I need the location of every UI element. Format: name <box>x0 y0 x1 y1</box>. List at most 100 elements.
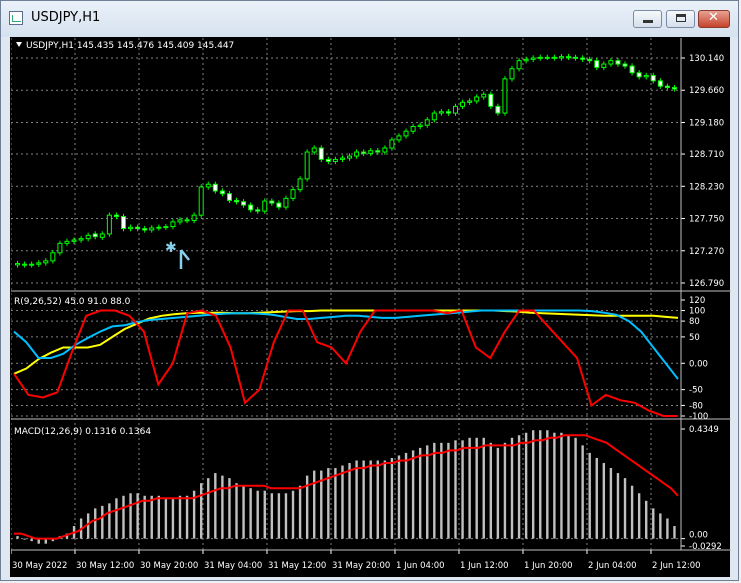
candle-body <box>255 209 261 212</box>
candle-body <box>558 56 564 59</box>
chart-canvas[interactable]: 130.140 129.660 129.180 128.710 128.230 127.7… <box>10 38 731 578</box>
candle-body <box>212 183 218 192</box>
minimize-button[interactable] <box>633 10 662 28</box>
macd-histogram-bar <box>397 455 401 539</box>
candle-body <box>516 60 522 70</box>
macd-histogram-bar <box>609 468 613 539</box>
candle-body <box>622 63 628 67</box>
macd-histogram-bar <box>468 437 471 539</box>
price-tick-label: 128.710 <box>689 150 724 160</box>
macd-histogram-bar <box>207 478 210 539</box>
macd-histogram-bar <box>531 430 535 539</box>
candle-body <box>22 263 28 266</box>
candle-body <box>163 226 169 229</box>
maximize-icon <box>676 14 686 22</box>
candle-body <box>573 56 579 59</box>
macd-histogram-bar <box>616 473 620 539</box>
macd-histogram-bar <box>86 513 90 539</box>
candle-body <box>120 216 126 230</box>
macd-histogram-bar <box>645 500 648 539</box>
candle-body <box>177 219 183 223</box>
close-icon: ✕ <box>708 10 719 25</box>
macd-pane-header: MACD(12,26,9) 0.1316 0.1364 <box>14 427 151 437</box>
candle-body <box>671 87 677 90</box>
candle-body <box>601 63 607 68</box>
macd-histogram-bar <box>313 470 316 539</box>
candle-body <box>142 228 148 231</box>
candle-body <box>481 93 487 98</box>
candle-body <box>382 147 388 153</box>
candle-body <box>431 112 437 121</box>
macd-histogram-bar <box>433 442 436 539</box>
candle-body <box>170 221 176 228</box>
candle-body <box>551 56 557 59</box>
osc-tick-label: 100 <box>689 307 705 317</box>
macd-histogram-bar <box>30 538 33 542</box>
macd-histogram-bar <box>503 442 507 539</box>
macd-histogram-bar <box>277 493 281 539</box>
macd-histogram-bar <box>539 430 542 539</box>
candle-body <box>325 158 331 162</box>
macd-histogram-bar <box>581 445 584 539</box>
macd-histogram-bar <box>199 483 203 539</box>
candle-body <box>29 263 35 266</box>
macd-histogram-bar <box>249 488 252 539</box>
macd-histogram-bar <box>475 437 478 539</box>
candle-body <box>530 57 536 60</box>
macd-histogram-bar <box>171 498 175 539</box>
candle-body <box>417 124 423 128</box>
macd-histogram-bar <box>362 460 365 539</box>
price-tick-label: 127.750 <box>689 215 724 225</box>
osc-tick-label: 0.00 <box>689 359 708 369</box>
candle-body <box>106 214 112 235</box>
candle-body <box>219 190 225 195</box>
candle-body <box>226 193 232 201</box>
macd-histogram-bar <box>376 460 379 539</box>
macd-histogram-bar <box>666 518 669 539</box>
time-tick-label: 30 May 2022 <box>12 561 67 571</box>
candle-body <box>99 233 105 238</box>
candle-body <box>502 78 508 114</box>
oscillator-lines <box>13 309 679 417</box>
candle-body <box>650 74 656 82</box>
macd-histogram-bar <box>426 445 429 539</box>
macd-histogram-bar <box>623 478 627 539</box>
candle-body <box>474 96 480 102</box>
candle-body <box>488 93 494 107</box>
price-tick-label: 130.140 <box>689 54 724 64</box>
macd-histogram-bar <box>341 465 344 539</box>
candle-body <box>615 60 621 65</box>
candle-body <box>311 147 317 153</box>
maximize-button[interactable] <box>666 10 695 28</box>
candle-body <box>297 178 303 191</box>
macd-histogram-bar <box>510 437 514 539</box>
candle-body <box>205 183 211 188</box>
candle-body <box>50 252 56 262</box>
chart-area[interactable]: 130.140 129.660 129.180 128.710 128.230 127.7… <box>10 37 731 578</box>
macd-histogram-bar <box>334 468 337 539</box>
title-bar[interactable]: USDJPY,H1 ✕ <box>1 1 738 37</box>
candle-body <box>198 186 204 216</box>
macd-histogram-bar <box>461 440 464 539</box>
macd-histogram-bar <box>298 485 302 539</box>
macd-histogram-bar <box>164 498 168 539</box>
time-tick-label: 2 Jun 04:00 <box>588 561 637 571</box>
macd-tick-label: 0.00 <box>689 531 708 541</box>
price-tick-label: 129.180 <box>689 118 724 128</box>
time-tick-label: 1 Jun 12:00 <box>460 561 509 571</box>
macd-histogram-bar <box>524 432 528 539</box>
candle-body <box>643 74 649 78</box>
candle-body <box>269 200 275 204</box>
candle-body <box>191 214 197 222</box>
macd-histogram-bar <box>284 493 288 539</box>
macd-histogram-bar <box>178 495 182 539</box>
minimize-icon <box>643 20 653 23</box>
macd-histogram-bar <box>101 505 104 539</box>
macd-histogram-bar <box>136 493 139 539</box>
osc-tick-label: 120 <box>689 296 705 306</box>
close-button[interactable]: ✕ <box>698 10 730 28</box>
macd-histogram-bar <box>567 435 570 539</box>
macd-histogram-bar <box>447 442 450 539</box>
time-tick-label: 1 Jun 04:00 <box>396 561 445 571</box>
collapse-triangle-icon[interactable] <box>16 42 22 47</box>
